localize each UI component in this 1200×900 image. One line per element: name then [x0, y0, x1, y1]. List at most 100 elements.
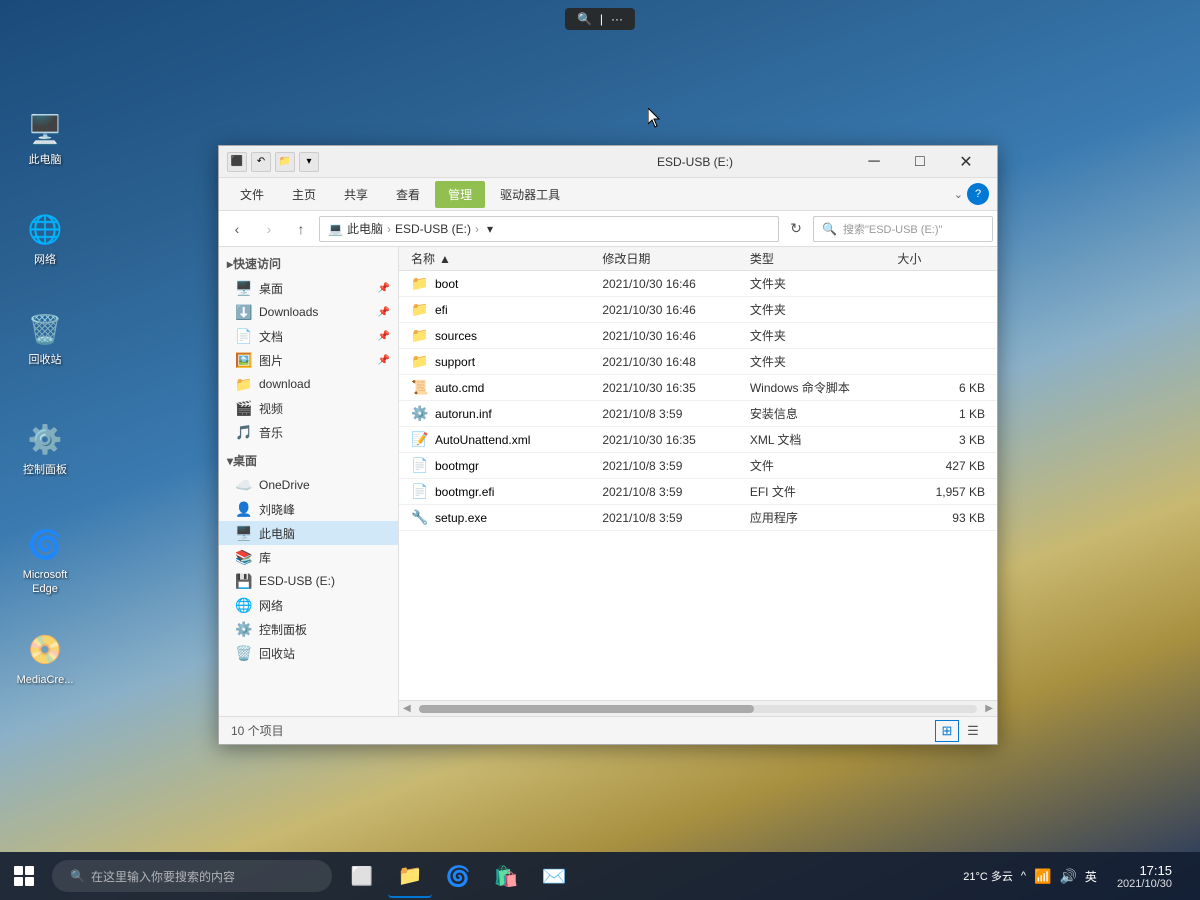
ribbon-expand-icon[interactable]: ⌄ — [954, 188, 963, 201]
desktop-section-header[interactable]: ▾ 桌面 — [219, 448, 398, 473]
folder-btn[interactable]: 📁 — [275, 152, 295, 172]
taskbar-task-view[interactable]: ⬜ — [340, 854, 384, 898]
nav-item-onedrive[interactable]: ☁️ OneDrive — [219, 473, 398, 497]
nav-item-pictures[interactable]: 🖼️ 图片 📌 — [219, 348, 398, 372]
file-icon: 📁 — [411, 275, 429, 293]
file-name: bootmgr.efi — [435, 485, 494, 499]
col-type-label: 类型 — [750, 250, 774, 267]
back-button[interactable]: ‹ — [223, 215, 251, 243]
tab-share[interactable]: 共享 — [331, 181, 381, 208]
quick-access-header[interactable]: ▸ 快速访问 — [219, 251, 398, 276]
table-row[interactable]: 📜 auto.cmd 2021/10/30 16:35 Windows 命令脚本… — [399, 375, 997, 401]
table-row[interactable]: 🔧 setup.exe 2021/10/8 3:59 应用程序 93 KB — [399, 505, 997, 531]
tab-file[interactable]: 文件 — [227, 181, 277, 208]
tooltip-separator: | — [600, 12, 603, 26]
file-size: 3 KB — [889, 433, 993, 447]
scroll-left-arrow[interactable]: ◀ — [399, 703, 415, 714]
undo-btn[interactable]: ↶ — [251, 152, 271, 172]
table-row[interactable]: 📁 sources 2021/10/30 16:46 文件夹 — [399, 323, 997, 349]
quick-access-btn[interactable]: ⬛ — [227, 152, 247, 172]
forward-button[interactable]: › — [255, 215, 283, 243]
table-row[interactable]: 📄 bootmgr.efi 2021/10/8 3:59 EFI 文件 1,95… — [399, 479, 997, 505]
table-row[interactable]: 📁 boot 2021/10/30 16:46 文件夹 — [399, 271, 997, 297]
scroll-right-arrow[interactable]: ▶ — [981, 703, 997, 714]
horizontal-scrollbar[interactable]: ◀ ▶ — [399, 700, 997, 716]
search-box[interactable]: 🔍 搜索"ESD-USB (E:)" — [813, 216, 993, 242]
up-button[interactable]: ↑ — [287, 215, 315, 243]
taskbar-file-explorer[interactable]: 📁 — [388, 854, 432, 898]
col-header-date[interactable]: 修改日期 — [594, 247, 742, 270]
desktop-icon-recycle[interactable]: 🗑️ 回收站 — [10, 305, 80, 371]
show-desktop-button[interactable] — [1184, 852, 1192, 900]
systray-network-icon[interactable]: 📶 — [1034, 868, 1051, 885]
table-row[interactable]: 📝 AutoUnattend.xml 2021/10/30 16:35 XML … — [399, 427, 997, 453]
table-row[interactable]: 📁 support 2021/10/30 16:48 文件夹 — [399, 349, 997, 375]
view-details-button[interactable]: ⊞ — [935, 720, 959, 742]
nav-item-this-pc[interactable]: 🖥️ 此电脑 — [219, 521, 398, 545]
tab-drive-tools[interactable]: 驱动器工具 — [487, 181, 573, 208]
taskbar-store[interactable]: 🛍️ — [484, 854, 528, 898]
nav-item-esd-usb[interactable]: 💾 ESD-USB (E:) — [219, 569, 398, 593]
nav-item-downloads[interactable]: ⬇️ Downloads 📌 — [219, 300, 398, 324]
desktop-icon-network[interactable]: 🌐 网络 — [10, 205, 80, 271]
taskbar-edge[interactable]: 🌀 — [436, 854, 480, 898]
title-tooltip: 🔍 | ··· — [565, 8, 635, 30]
view-list-button[interactable]: ☰ — [961, 720, 985, 742]
file-date: 2021/10/30 16:46 — [594, 277, 742, 291]
refresh-button[interactable]: ↻ — [783, 216, 809, 242]
col-header-name[interactable]: 名称 ▲ — [403, 247, 594, 270]
nav-pane: ▸ 快速访问 🖥️ 桌面 📌 ⬇️ Downloads 📌 📄 文档 📌 — [219, 247, 399, 716]
nav-item-network-nav[interactable]: 🌐 网络 — [219, 593, 398, 617]
nav-item-control-panel-nav[interactable]: ⚙️ 控制面板 — [219, 617, 398, 641]
desktop-icon-edge[interactable]: 🌀 Microsoft Edge — [10, 520, 80, 601]
recycle-icon: 🗑️ — [25, 309, 65, 349]
file-type: 安装信息 — [742, 405, 890, 422]
status-bar: 10 个项目 ⊞ ☰ — [219, 716, 997, 744]
table-row[interactable]: 📄 bootmgr 2021/10/8 3:59 文件 427 KB — [399, 453, 997, 479]
nav-item-user[interactable]: 👤 刘晓峰 — [219, 497, 398, 521]
path-icon: 💻 — [328, 222, 343, 236]
tab-home[interactable]: 主页 — [279, 181, 329, 208]
table-row[interactable]: 📁 efi 2021/10/30 16:46 文件夹 — [399, 297, 997, 323]
minimize-button[interactable]: ─ — [851, 146, 897, 178]
user-icon: 👤 — [235, 500, 253, 518]
window-title: ESD-USB (E:) — [539, 155, 851, 169]
down-btn[interactable]: ▾ — [299, 152, 319, 172]
nav-item-library[interactable]: 📚 库 — [219, 545, 398, 569]
desktop-icon-media[interactable]: 📀 MediaCre... — [10, 625, 80, 691]
table-row[interactable]: ⚙️ autorun.inf 2021/10/8 3:59 安装信息 1 KB — [399, 401, 997, 427]
col-header-size[interactable]: 大小 — [889, 247, 993, 270]
window-controls: ─ □ ✕ — [851, 146, 989, 178]
close-button[interactable]: ✕ — [943, 146, 989, 178]
tab-view[interactable]: 查看 — [383, 181, 433, 208]
nav-item-desktop-qa[interactable]: 🖥️ 桌面 📌 — [219, 276, 398, 300]
clock-date: 2021/10/30 — [1117, 878, 1172, 890]
nav-documents-label: 文档 — [259, 328, 283, 345]
address-path[interactable]: 💻 此电脑 › ESD-USB (E:) › ▾ — [319, 216, 779, 242]
nav-item-download-folder[interactable]: 📁 download — [219, 372, 398, 396]
tab-manage[interactable]: 管理 — [435, 181, 485, 208]
file-icon: 🔧 — [411, 509, 429, 527]
start-button[interactable] — [0, 852, 48, 900]
quick-access-label: 快速访问 — [233, 255, 281, 272]
nav-item-recycle-nav[interactable]: 🗑️ 回收站 — [219, 641, 398, 665]
nav-item-videos[interactable]: 🎬 视频 — [219, 396, 398, 420]
taskbar-clock[interactable]: 17:15 2021/10/30 — [1109, 863, 1180, 890]
file-type: 文件夹 — [742, 301, 890, 318]
nav-item-documents[interactable]: 📄 文档 📌 — [219, 324, 398, 348]
taskbar-search[interactable]: 🔍 在这里输入你要搜索的内容 — [52, 860, 332, 892]
systray-volume-icon[interactable]: 🔊 — [1059, 868, 1076, 885]
nav-item-music[interactable]: 🎵 音乐 — [219, 420, 398, 444]
path-dropdown[interactable]: ▾ — [487, 222, 493, 236]
maximize-button[interactable]: □ — [897, 146, 943, 178]
desktop-icon-control[interactable]: ⚙️ 控制面板 — [10, 415, 80, 481]
taskbar-mail[interactable]: ✉️ — [532, 854, 576, 898]
col-header-type[interactable]: 类型 — [742, 247, 890, 270]
scroll-track[interactable] — [419, 705, 978, 713]
desktop-icon-computer[interactable]: 🖥️ 此电脑 — [10, 105, 80, 171]
file-icon: 📄 — [411, 457, 429, 475]
systray-chevron[interactable]: ^ — [1021, 870, 1026, 882]
view-buttons: ⊞ ☰ — [935, 720, 985, 742]
help-button[interactable]: ? — [967, 183, 989, 205]
file-name: autorun.inf — [435, 407, 492, 421]
